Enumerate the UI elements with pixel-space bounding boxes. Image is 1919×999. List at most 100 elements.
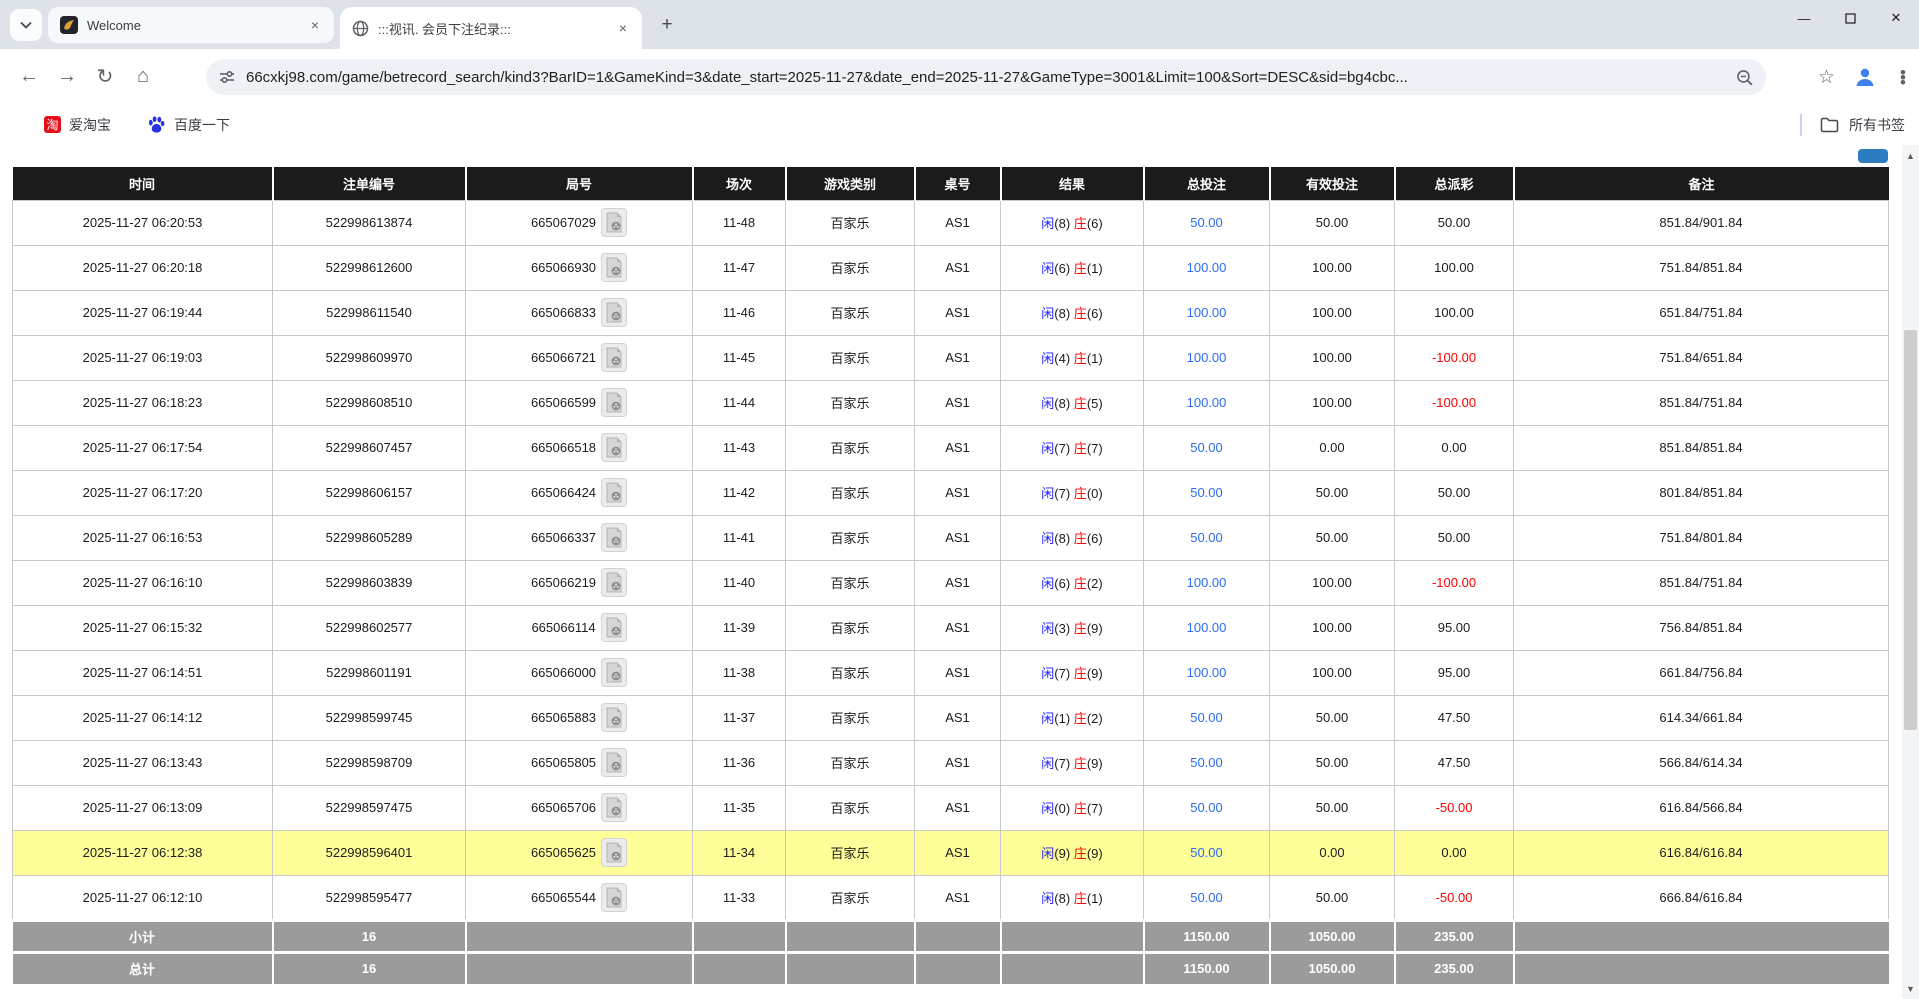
cell-total-bet[interactable]: 50.00 [1144, 875, 1270, 920]
cell-valid-bet: 0.00 [1270, 830, 1395, 875]
replay-video-button[interactable] [601, 613, 627, 642]
cell-payout: 0.00 [1395, 830, 1514, 875]
site-settings-icon[interactable] [218, 68, 236, 86]
cell-total-bet[interactable]: 50.00 [1144, 470, 1270, 515]
video-replay-icon [605, 347, 623, 368]
cell-table-no: AS1 [915, 875, 1001, 920]
profile-avatar-icon[interactable] [1853, 65, 1877, 89]
cell-remark: 661.84/756.84 [1514, 650, 1889, 695]
tab-betrecord[interactable]: :::视讯. 会员下注纪录::: × [340, 7, 642, 49]
cell-remark: 666.84/616.84 [1514, 875, 1889, 920]
video-replay-icon [605, 752, 623, 773]
game-number: 665066114 [531, 620, 595, 635]
cell-total-bet[interactable]: 50.00 [1144, 515, 1270, 560]
replay-video-button[interactable] [601, 658, 627, 687]
cell-total-bet[interactable]: 50.00 [1144, 695, 1270, 740]
video-replay-icon [605, 887, 623, 908]
scrollbar-up-icon[interactable]: ▲ [1902, 147, 1919, 164]
zoom-icon[interactable] [1735, 68, 1754, 87]
video-replay-icon [605, 797, 623, 818]
replay-video-button[interactable] [601, 793, 627, 822]
menu-dots-icon[interactable]: ••• [1895, 70, 1911, 85]
player-label: 闲 [1041, 711, 1054, 726]
cell-total-bet[interactable]: 100.00 [1144, 650, 1270, 695]
cell-game-type: 百家乐 [786, 290, 915, 335]
cell-total-bet[interactable]: 50.00 [1144, 200, 1270, 245]
bookmark-baidu[interactable]: 百度一下 [147, 115, 230, 135]
cell-game-type: 百家乐 [786, 740, 915, 785]
cell-result: 闲(1) 庄(2) [1001, 695, 1144, 740]
url-text[interactable]: 66cxkj98.com/game/betrecord_search/kind3… [246, 69, 1735, 86]
cell-payout: 47.50 [1395, 740, 1514, 785]
tab-strip: Welcome × :::视讯. 会员下注纪录::: × + — ✕ [0, 0, 1919, 49]
replay-video-button[interactable] [601, 298, 627, 327]
video-replay-icon [605, 527, 623, 548]
cell-result: 闲(8) 庄(1) [1001, 875, 1144, 920]
footer-empty-cell [1001, 920, 1144, 952]
scrollbar-down-icon[interactable]: ▼ [1902, 980, 1919, 997]
cell-total-bet[interactable]: 100.00 [1144, 335, 1270, 380]
forward-icon[interactable]: → [48, 65, 86, 88]
cell-remark: 851.84/851.84 [1514, 425, 1889, 470]
all-bookmarks-button[interactable]: 所有书签 [1849, 115, 1905, 135]
cell-total-bet[interactable]: 100.00 [1144, 245, 1270, 290]
maximize-button[interactable] [1827, 0, 1873, 36]
page-scrollbar[interactable]: ▲ ▼ [1902, 145, 1919, 999]
back-icon[interactable]: ← [10, 65, 48, 88]
tab-close-icon[interactable]: × [306, 15, 324, 35]
video-replay-icon [605, 842, 623, 863]
reload-icon[interactable]: ↻ [86, 64, 124, 89]
replay-video-button[interactable] [601, 838, 627, 867]
table-row: 2025-11-27 06:15:32522998602577665066114… [13, 605, 1889, 650]
partial-blue-button[interactable] [1858, 149, 1888, 163]
cell-result: 闲(6) 庄(2) [1001, 560, 1144, 605]
replay-video-button[interactable] [601, 703, 627, 732]
banker-label: 庄 [1074, 261, 1087, 276]
address-bar[interactable]: 66cxkj98.com/game/betrecord_search/kind3… [206, 59, 1766, 95]
cell-time: 2025-11-27 06:16:53 [13, 515, 273, 560]
replay-video-button[interactable] [601, 748, 627, 777]
replay-video-button[interactable] [601, 208, 627, 237]
tab-welcome[interactable]: Welcome × [48, 7, 334, 43]
minimize-button[interactable]: — [1781, 0, 1827, 36]
cell-time: 2025-11-27 06:13:09 [13, 785, 273, 830]
replay-video-button[interactable] [601, 253, 627, 282]
bookmark-star-icon[interactable]: ☆ [1818, 66, 1835, 89]
cell-total-bet[interactable]: 50.00 [1144, 425, 1270, 470]
bookmark-taobao[interactable]: 淘 爱淘宝 [44, 115, 111, 135]
table-row: 2025-11-27 06:19:03522998609970665066721… [13, 335, 1889, 380]
tab-close-icon[interactable]: × [614, 18, 632, 38]
cell-result: 闲(4) 庄(1) [1001, 335, 1144, 380]
cell-game-type: 百家乐 [786, 380, 915, 425]
replay-video-button[interactable] [601, 883, 627, 912]
replay-video-button[interactable] [601, 523, 627, 552]
tab-search-button[interactable] [10, 9, 42, 41]
cell-total-bet[interactable]: 100.00 [1144, 560, 1270, 605]
replay-video-button[interactable] [601, 343, 627, 372]
cell-remark: 566.84/614.34 [1514, 740, 1889, 785]
cell-total-bet[interactable]: 50.00 [1144, 830, 1270, 875]
replay-video-button[interactable] [601, 388, 627, 417]
scrollbar-thumb[interactable] [1904, 330, 1917, 730]
cell-result: 闲(8) 庄(6) [1001, 290, 1144, 335]
cell-total-bet[interactable]: 100.00 [1144, 380, 1270, 425]
new-tab-button[interactable]: + [655, 13, 679, 37]
cell-total-bet[interactable]: 100.00 [1144, 605, 1270, 650]
cell-bet-id: 522998612600 [273, 245, 466, 290]
replay-video-button[interactable] [601, 568, 627, 597]
home-icon[interactable]: ⌂ [124, 65, 162, 88]
player-label: 闲 [1041, 891, 1054, 906]
cell-session: 11-40 [693, 560, 786, 605]
player-label: 闲 [1041, 216, 1054, 231]
cell-time: 2025-11-27 06:17:54 [13, 425, 273, 470]
cell-total-bet[interactable]: 50.00 [1144, 785, 1270, 830]
bookmark-label: 百度一下 [174, 115, 230, 135]
close-window-button[interactable]: ✕ [1873, 0, 1919, 36]
replay-video-button[interactable] [601, 433, 627, 462]
replay-video-button[interactable] [601, 478, 627, 507]
cell-table-no: AS1 [915, 425, 1001, 470]
cell-result: 闲(9) 庄(9) [1001, 830, 1144, 875]
cell-total-bet[interactable]: 50.00 [1144, 740, 1270, 785]
cell-total-bet[interactable]: 100.00 [1144, 290, 1270, 335]
video-replay-icon [605, 482, 623, 503]
